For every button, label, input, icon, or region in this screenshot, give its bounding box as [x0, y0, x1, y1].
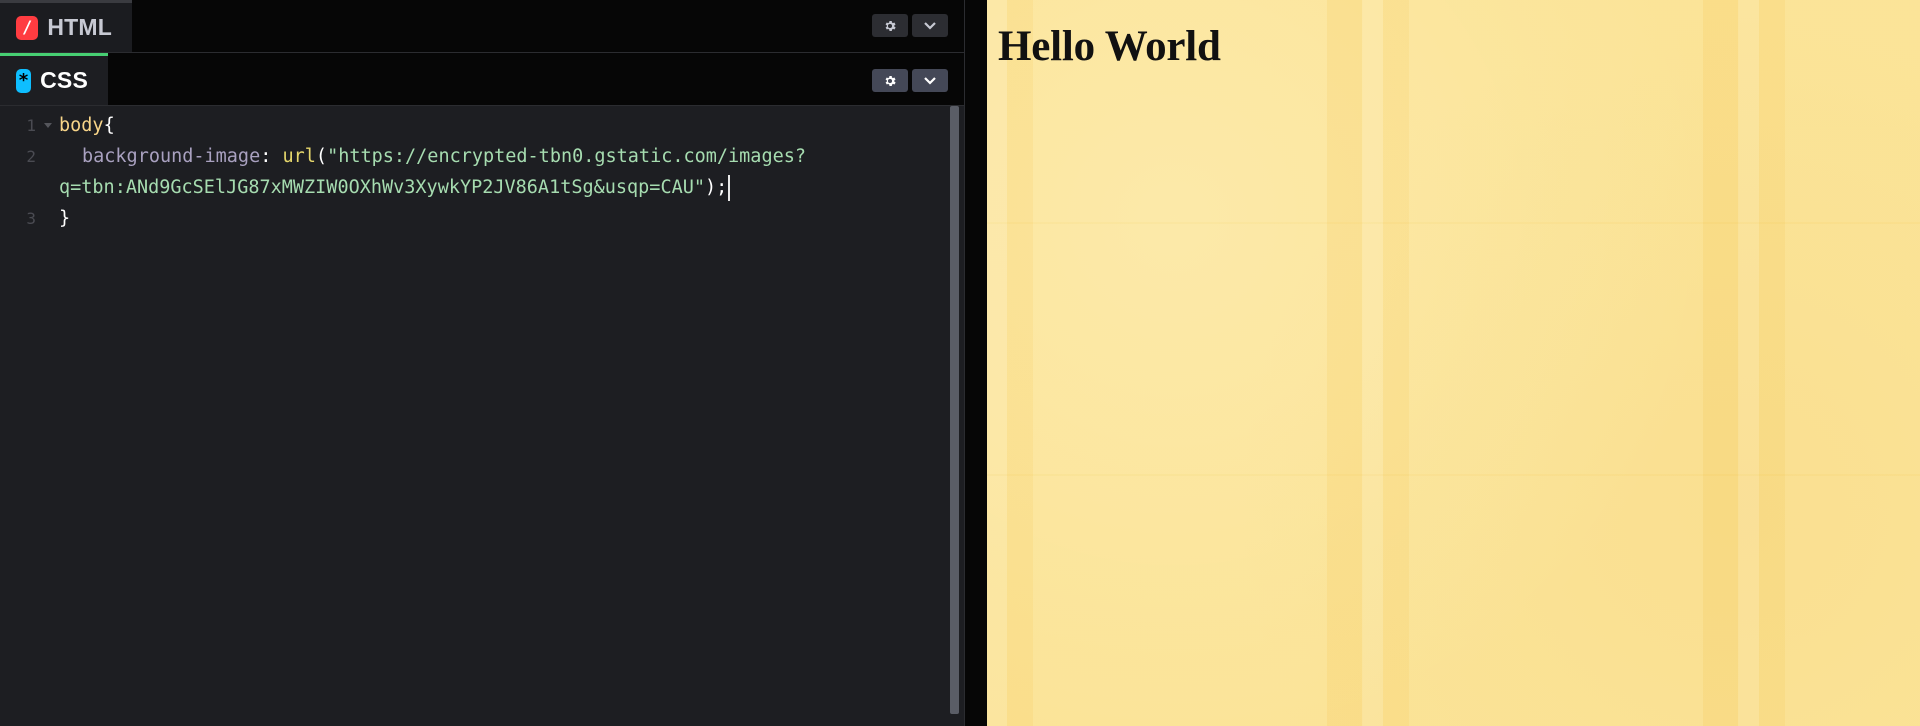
url-string-part1: "https://encrypted-tbn0.gstatic.com/imag… [327, 146, 806, 167]
css-collapse-button[interactable] [912, 69, 948, 92]
fold-arrow-icon [44, 123, 52, 128]
html-slash-icon: / [16, 15, 39, 40]
close-brace: } [59, 208, 71, 229]
html-panel-header: / HTML [0, 0, 964, 53]
url-string-part2: q=tbn:ANd9GcSElJG87xMWZIW0OXhWv3XywkYP2J… [59, 177, 706, 198]
code-editor-pane: / HTML * CSS 1body{2background-image: [0, 0, 964, 726]
code-text: body{ [59, 110, 115, 141]
css-panel-label: CSS [40, 67, 88, 93]
code-text: } [59, 203, 70, 234]
code-line-1: 1 body{ [0, 110, 940, 141]
code-line-3: 3} [0, 203, 940, 234]
gear-icon [885, 75, 896, 86]
preview-pane: Hello World [987, 0, 1920, 726]
css-panel-header: * CSS [0, 53, 964, 106]
html-panel-tab[interactable]: / HTML [0, 0, 132, 52]
code-text: background-image: url("https://encrypted… [82, 141, 806, 172]
html-panel-label: HTML [47, 14, 112, 40]
css-panel-tab[interactable]: * CSS [0, 53, 108, 105]
html-settings-button[interactable] [872, 14, 908, 37]
pane-divider[interactable] [964, 0, 987, 726]
code-line-2-wrap: q=tbn:ANd9GcSElJG87xMWZIW0OXhWv3XywkYP2J… [0, 172, 940, 203]
line-number: 2 [26, 147, 36, 166]
open-brace: { [103, 115, 115, 136]
text-cursor [728, 175, 731, 201]
css-selector: body [59, 115, 104, 136]
chevron-down-icon [924, 21, 936, 30]
chevron-down-icon [924, 76, 936, 85]
line-number: 3 [26, 209, 36, 228]
css-function: url [282, 146, 316, 167]
code-line-2: 2 background-image: url("https://encrypte… [0, 141, 940, 172]
colon: : [260, 146, 283, 167]
html-collapse-button[interactable] [912, 14, 948, 37]
css-asterisk-icon: * [16, 68, 32, 93]
gear-icon [885, 20, 896, 31]
css-code-editor[interactable]: 1 body{2 background-image: url("https://en… [0, 106, 952, 726]
css-property: background-image [82, 146, 261, 167]
code-text: q=tbn:ANd9GcSElJG87xMWZIW0OXhWv3XywkYP2J… [59, 172, 731, 203]
html-panel-controls [872, 14, 948, 37]
css-panel-controls [872, 69, 948, 92]
line-number: 1 [26, 116, 36, 135]
close-paren: ); [705, 177, 728, 198]
editor-scrollbar[interactable] [950, 106, 959, 714]
css-settings-button[interactable] [872, 69, 908, 92]
open-paren: ( [315, 146, 328, 167]
preview-heading: Hello World [998, 23, 1221, 70]
